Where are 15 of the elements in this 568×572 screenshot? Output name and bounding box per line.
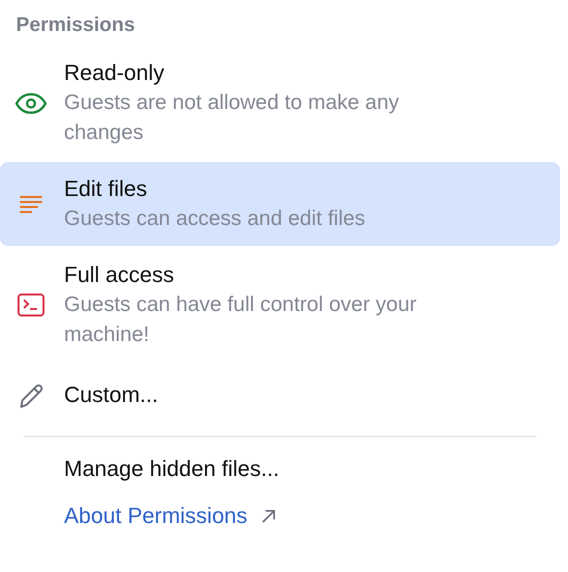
option-title: Edit files: [64, 175, 148, 203]
permission-option[interactable]: Full access Guests can have full control over your machine!: [0, 248, 560, 362]
option-description: Guests can access and edit files: [64, 206, 366, 232]
external-link-icon: [261, 508, 276, 524]
option-title: Full access: [64, 261, 176, 289]
permission-option[interactable]: Edit files Guests can access and edit files: [0, 162, 560, 246]
menu-item[interactable]: Custom...: [0, 368, 560, 422]
option-description: Guests can have full control over your machine!: [64, 292, 418, 348]
about-link[interactable]: About Permissions: [64, 503, 276, 529]
permission-option[interactable]: Read-only Guests are not allowed to make any changes: [0, 46, 560, 160]
section-title: Permissions: [15, 13, 136, 38]
option-description: Guests are not allowed to make any changes: [64, 90, 400, 146]
option-title: Custom...: [64, 381, 160, 409]
option-title: Read-only: [64, 59, 166, 87]
menu-item[interactable]: Manage hidden files...: [0, 453, 280, 485]
